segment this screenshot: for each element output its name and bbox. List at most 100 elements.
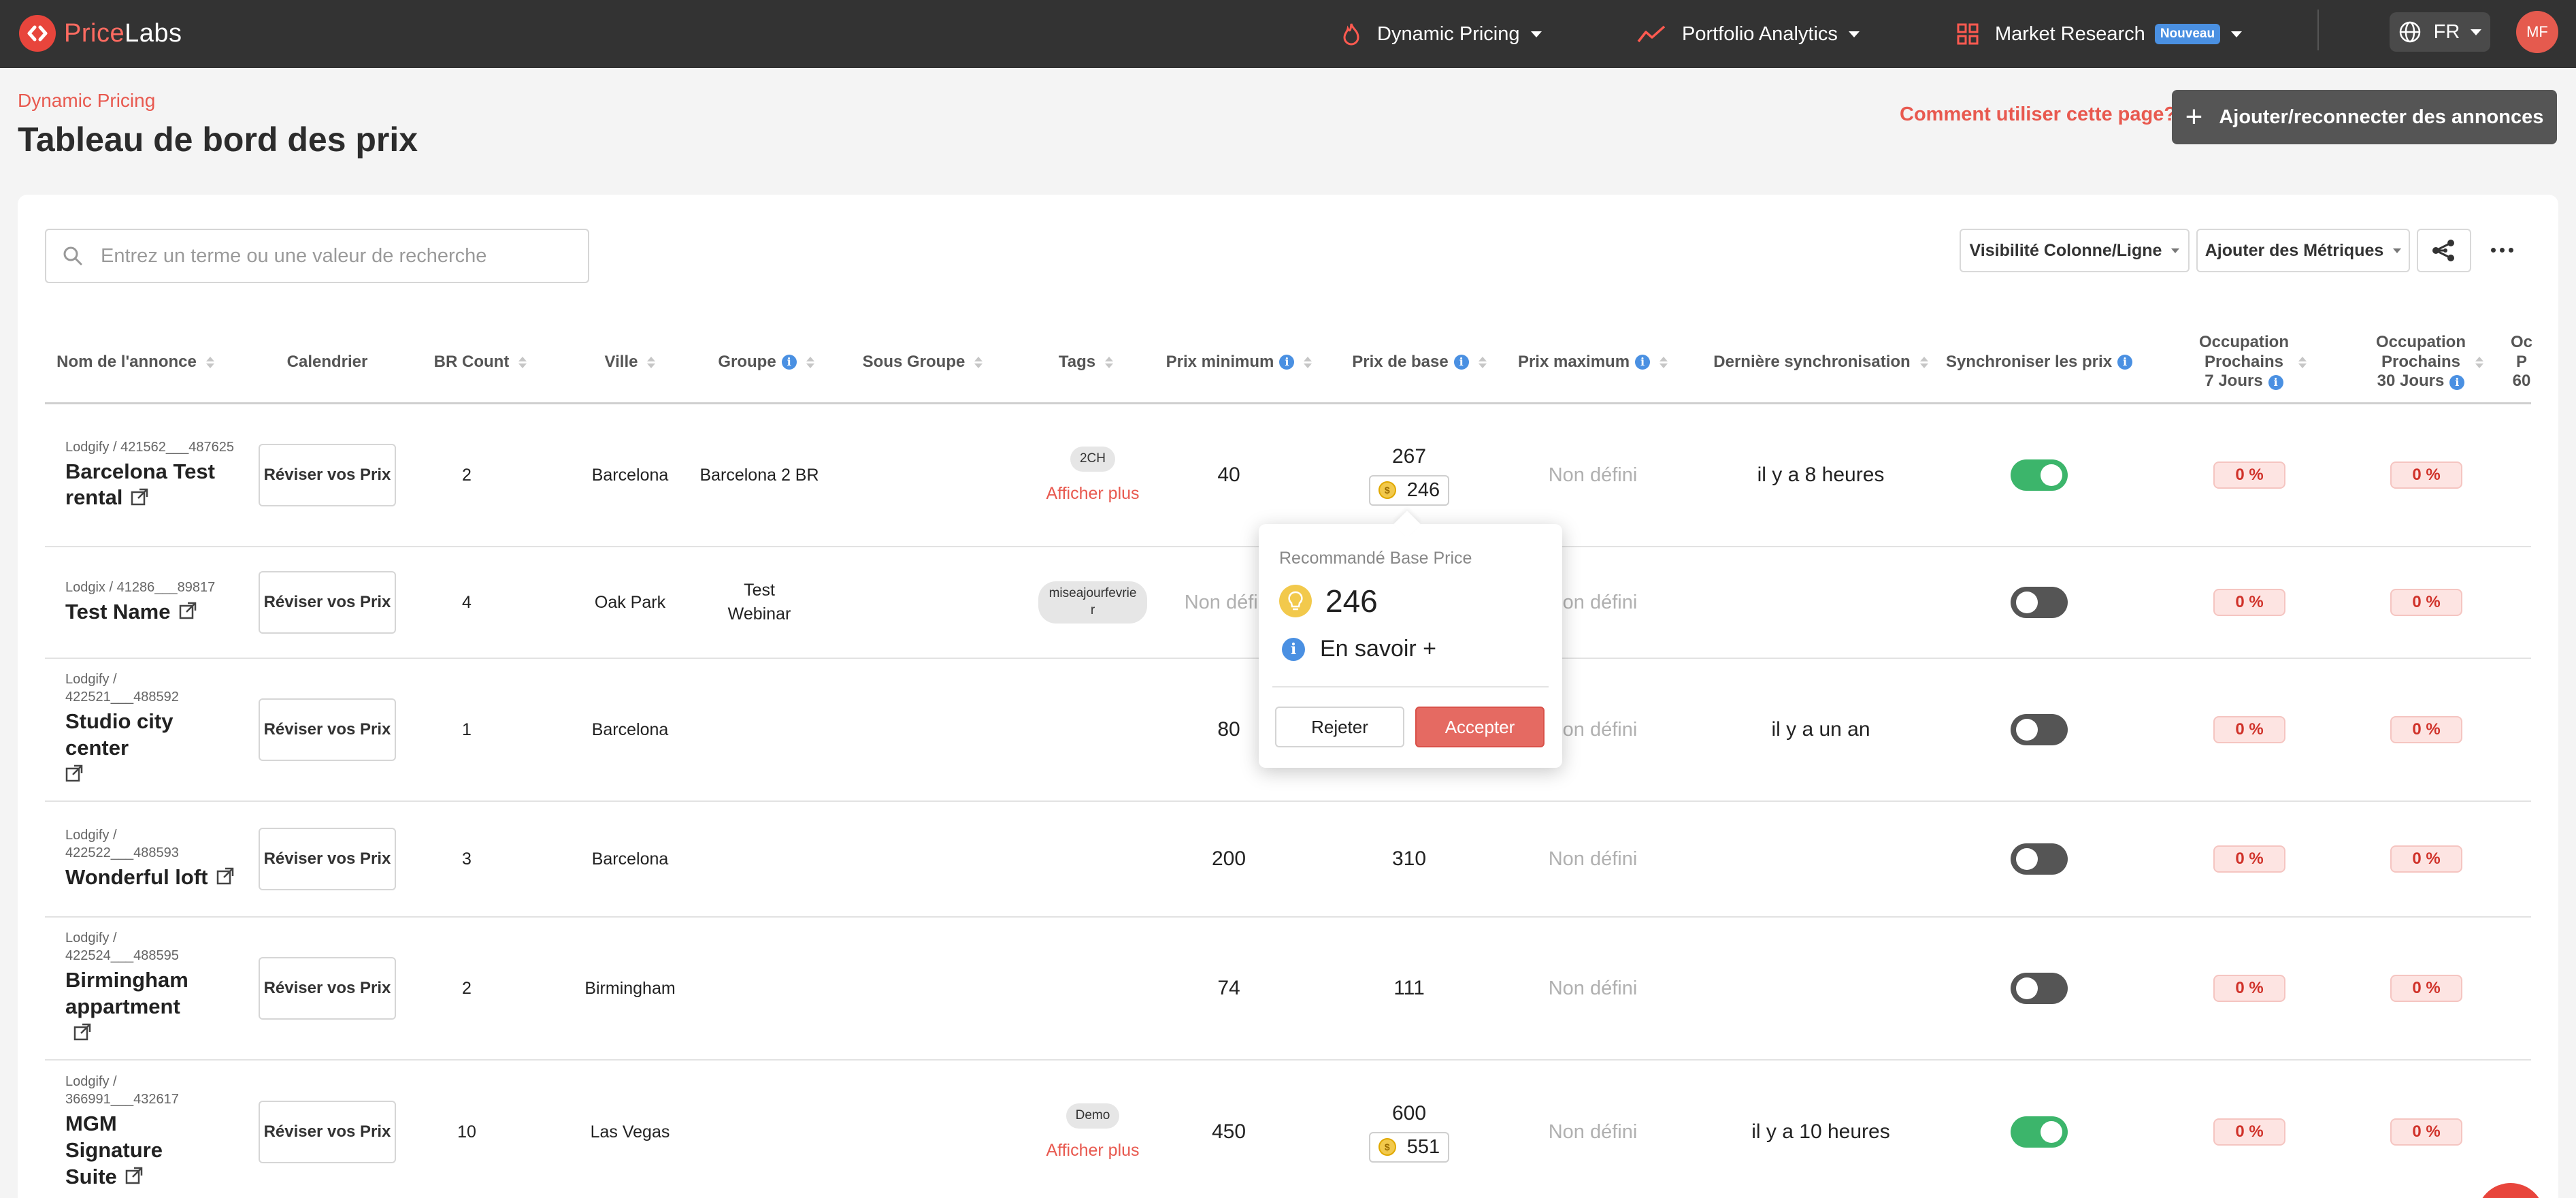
recommended-price-chip[interactable]: $246 — [1368, 474, 1450, 506]
max-price[interactable]: Non défini — [1549, 848, 1638, 871]
chevron-down-icon — [2171, 248, 2180, 253]
review-prices-button[interactable]: Réviser vos Prix — [259, 571, 396, 634]
top-navbar: PriceLabs Dynamic Pricing Portfolio Anal… — [0, 0, 2576, 68]
base-price[interactable]: 111 — [1393, 977, 1425, 1000]
logo-text: PriceLabs — [64, 18, 182, 48]
col-sync-prices: Synchroniser les prix i — [1920, 320, 2158, 404]
sync-prices-toggle[interactable] — [2011, 587, 2068, 618]
listing-name-cell: Lodgix / 41286___89817 Test Name — [65, 547, 242, 658]
review-prices-button[interactable]: Réviser vos Prix — [259, 828, 396, 890]
br-count: 2 — [462, 978, 472, 998]
coin-icon: $ — [1378, 481, 1396, 499]
external-link-icon[interactable] — [125, 1165, 143, 1191]
visibility-dropdown[interactable]: Visibilité Colonne/Ligne — [1960, 229, 2190, 272]
listing-name[interactable]: Studio city center — [65, 709, 242, 789]
group: Barcelona 2 BR — [699, 465, 819, 485]
listing-name[interactable]: Test Name — [65, 599, 197, 626]
listing-source: Lodgify / 421562___487625 — [65, 439, 235, 455]
accept-button[interactable]: Accepter — [1415, 707, 1545, 747]
visibility-label: Visibilité Colonne/Ligne — [1969, 240, 2162, 260]
share-button[interactable] — [2417, 229, 2471, 272]
search-input[interactable] — [101, 244, 550, 268]
user-avatar[interactable]: MF — [2516, 11, 2558, 53]
col-min-price[interactable]: Prix minimum i — [1134, 320, 1344, 404]
nav-dynamic-pricing[interactable]: Dynamic Pricing — [1342, 16, 1542, 52]
show-more-link[interactable]: Afficher plus — [1046, 484, 1139, 504]
col-max-price[interactable]: Prix maximum i — [1487, 320, 1698, 404]
breadcrumb[interactable]: Dynamic Pricing — [18, 90, 155, 112]
br-count: 1 — [462, 719, 472, 739]
review-prices-button[interactable]: Réviser vos Prix — [259, 444, 396, 506]
language-selector[interactable]: FR — [2390, 12, 2490, 52]
learn-more-label: En savoir + — [1320, 636, 1437, 662]
external-link-icon[interactable] — [73, 1021, 91, 1048]
external-link-icon[interactable] — [65, 762, 83, 789]
occupancy-7-badge: 0 % — [2213, 589, 2285, 616]
occupancy-30-badge: 0 % — [2390, 462, 2462, 489]
listing-name[interactable]: Birmingham appartment — [65, 967, 201, 1048]
chevron-down-icon — [2231, 31, 2243, 37]
sync-prices-toggle[interactable] — [2011, 973, 2068, 1004]
listing-name[interactable]: Wonderful loft — [65, 864, 234, 892]
sync-prices-toggle[interactable] — [2011, 1116, 2068, 1148]
external-link-icon[interactable] — [216, 865, 234, 892]
info-icon: i — [1279, 355, 1295, 370]
max-price[interactable]: Non défini — [1549, 1121, 1638, 1144]
max-price[interactable]: Non défini — [1549, 977, 1638, 1000]
base-price[interactable]: 310 — [1392, 847, 1426, 871]
add-listings-button[interactable]: + Ajouter/reconnecter des annonces — [2172, 90, 2557, 144]
show-more-link[interactable]: Afficher plus — [1046, 1141, 1139, 1161]
external-link-icon[interactable] — [131, 486, 148, 513]
last-sync: il y a 8 heures — [1757, 464, 1885, 486]
logo-icon — [19, 15, 56, 52]
listing-source: Lodgify / 422521___488592 — [65, 672, 179, 705]
col-city[interactable]: Ville — [562, 320, 698, 404]
listing-source: Lodgify / 366991___432617 — [65, 1074, 179, 1107]
last-sync: il y a un an — [1771, 718, 1870, 741]
pricelabs-logo[interactable]: PriceLabs — [19, 15, 182, 52]
min-price[interactable]: 80 — [1217, 718, 1240, 741]
listing-name[interactable]: Barcelona Test rental — [65, 459, 242, 513]
col-subgroup[interactable]: Sous Groupe — [834, 320, 1011, 404]
min-price[interactable]: 200 — [1212, 847, 1246, 871]
min-price[interactable]: 74 — [1217, 977, 1240, 1000]
min-price[interactable]: 40 — [1217, 464, 1240, 487]
review-prices-button[interactable]: Réviser vos Prix — [259, 698, 396, 761]
listing-name[interactable]: MGM Signature Suite — [65, 1111, 201, 1191]
add-metrics-dropdown[interactable]: Ajouter des Métriques — [2196, 229, 2410, 272]
external-link-icon[interactable] — [179, 600, 197, 626]
occupancy-7-badge: 0 % — [2213, 462, 2285, 489]
col-occupancy-30[interactable]: Occupation Prochains 30 Jours i — [2331, 320, 2528, 404]
calendar-cell: Réviser vos Prix — [249, 404, 406, 546]
listing-name-cell: Lodgify / 421562___487625 Barcelona Test… — [65, 404, 242, 546]
search-box[interactable] — [45, 229, 589, 283]
reject-button[interactable]: Rejeter — [1275, 707, 1404, 747]
col-br-count[interactable]: BR Count — [426, 320, 535, 404]
sync-prices-toggle[interactable] — [2011, 714, 2068, 745]
nav-portfolio-analytics[interactable]: Portfolio Analytics — [1637, 16, 1860, 52]
col-group[interactable]: Groupe i — [698, 320, 834, 404]
col-name[interactable]: Nom de l'annonce — [45, 320, 226, 404]
max-price[interactable]: Non défini — [1549, 464, 1638, 487]
sync-prices-toggle[interactable] — [2011, 459, 2068, 491]
base-price[interactable]: 267 — [1392, 445, 1426, 468]
help-link[interactable]: Comment utiliser cette page? — [1900, 103, 2176, 126]
review-prices-button[interactable]: Réviser vos Prix — [259, 957, 396, 1020]
col-occupancy-7[interactable]: Occupation Prochains 7 Jours i — [2154, 320, 2351, 404]
language-label: FR — [2433, 20, 2460, 43]
occupancy-7-badge: 0 % — [2213, 1118, 2285, 1146]
review-prices-button[interactable]: Réviser vos Prix — [259, 1101, 396, 1163]
occupancy-30-badge: 0 % — [2390, 716, 2462, 743]
sync-prices-toggle[interactable] — [2011, 843, 2068, 875]
min-price[interactable]: 450 — [1212, 1120, 1246, 1144]
chevron-down-icon — [1848, 31, 1860, 37]
base-price[interactable]: 600 — [1392, 1102, 1426, 1125]
recommended-price-chip[interactable]: $551 — [1368, 1131, 1450, 1163]
listing-source: Lodgify / 422522___488593 — [65, 827, 179, 860]
col-occupancy-60[interactable]: Oc P 60 — [2511, 320, 2538, 404]
plus-icon: + — [2185, 100, 2203, 133]
more-options-icon[interactable] — [2485, 234, 2519, 265]
learn-more-link[interactable]: i En savoir + — [1282, 636, 1436, 662]
lightbulb-icon — [1279, 585, 1312, 617]
nav-market-research[interactable]: Market Research Nouveau — [1957, 16, 2243, 52]
